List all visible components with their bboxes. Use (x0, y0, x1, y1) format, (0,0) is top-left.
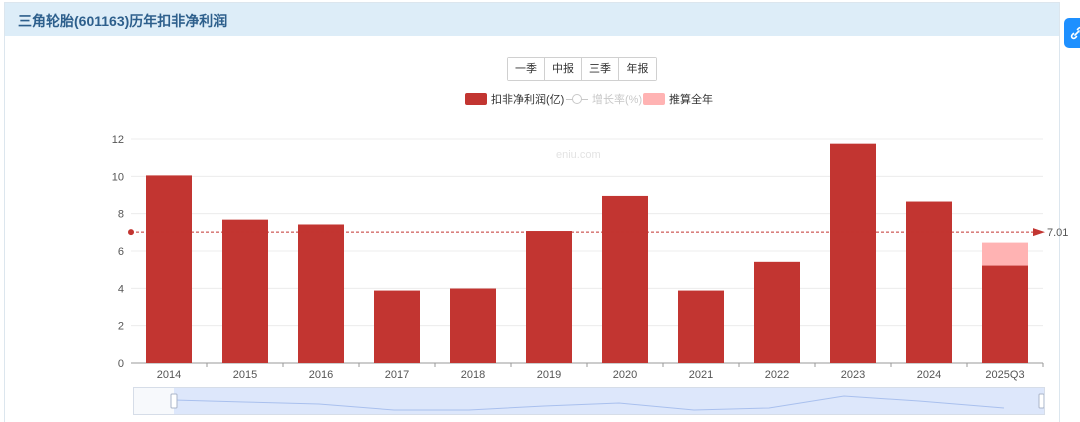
data-zoom-handle-right[interactable] (1038, 393, 1044, 409)
bar (830, 143, 876, 363)
x-tick-label: 2024 (917, 369, 941, 381)
bar-chart: 0 2 4 6 8 10 12 2014 2015 2016 2017 2018 2019 2020 202… (112, 134, 1069, 381)
bar (906, 201, 952, 363)
average-line-start (128, 229, 134, 236)
y-tick-label: 4 (118, 283, 124, 295)
data-zoom-preview (170, 388, 1044, 414)
x-tick-label: 2022 (765, 369, 789, 381)
bar (526, 231, 572, 363)
x-tick-label: 2025Q3 (985, 369, 1024, 381)
x-tick-label: 2014 (157, 369, 181, 381)
y-tick-label: 6 (118, 246, 124, 258)
average-line-label: 7.01 (1047, 227, 1068, 239)
bar (374, 290, 420, 363)
y-tick-label: 12 (112, 134, 124, 146)
bar (754, 261, 800, 363)
x-tick-label: 2016 (309, 369, 333, 381)
x-tick-label: 2015 (233, 369, 257, 381)
x-tick-label: 2020 (613, 369, 637, 381)
bar (222, 219, 268, 363)
bar (678, 290, 724, 363)
x-tick-label: 2021 (689, 369, 713, 381)
bar (602, 195, 648, 363)
y-tick-label: 0 (118, 358, 124, 370)
x-tick-label: 2019 (537, 369, 561, 381)
bar (450, 288, 496, 363)
bar (146, 175, 192, 363)
y-tick-label: 2 (118, 321, 124, 333)
average-line-arrow (1033, 228, 1045, 237)
x-tick-label: 2017 (385, 369, 409, 381)
x-tick-label: 2023 (841, 369, 865, 381)
estimate-bar (982, 242, 1028, 266)
y-tick-label: 8 (118, 209, 124, 221)
data-zoom-handle-left[interactable] (170, 393, 178, 409)
data-zoom-slider[interactable] (133, 387, 1045, 415)
x-tick-label: 2018 (461, 369, 485, 381)
bar (298, 224, 344, 363)
y-tick-label: 10 (112, 171, 124, 183)
bar (982, 265, 1028, 363)
